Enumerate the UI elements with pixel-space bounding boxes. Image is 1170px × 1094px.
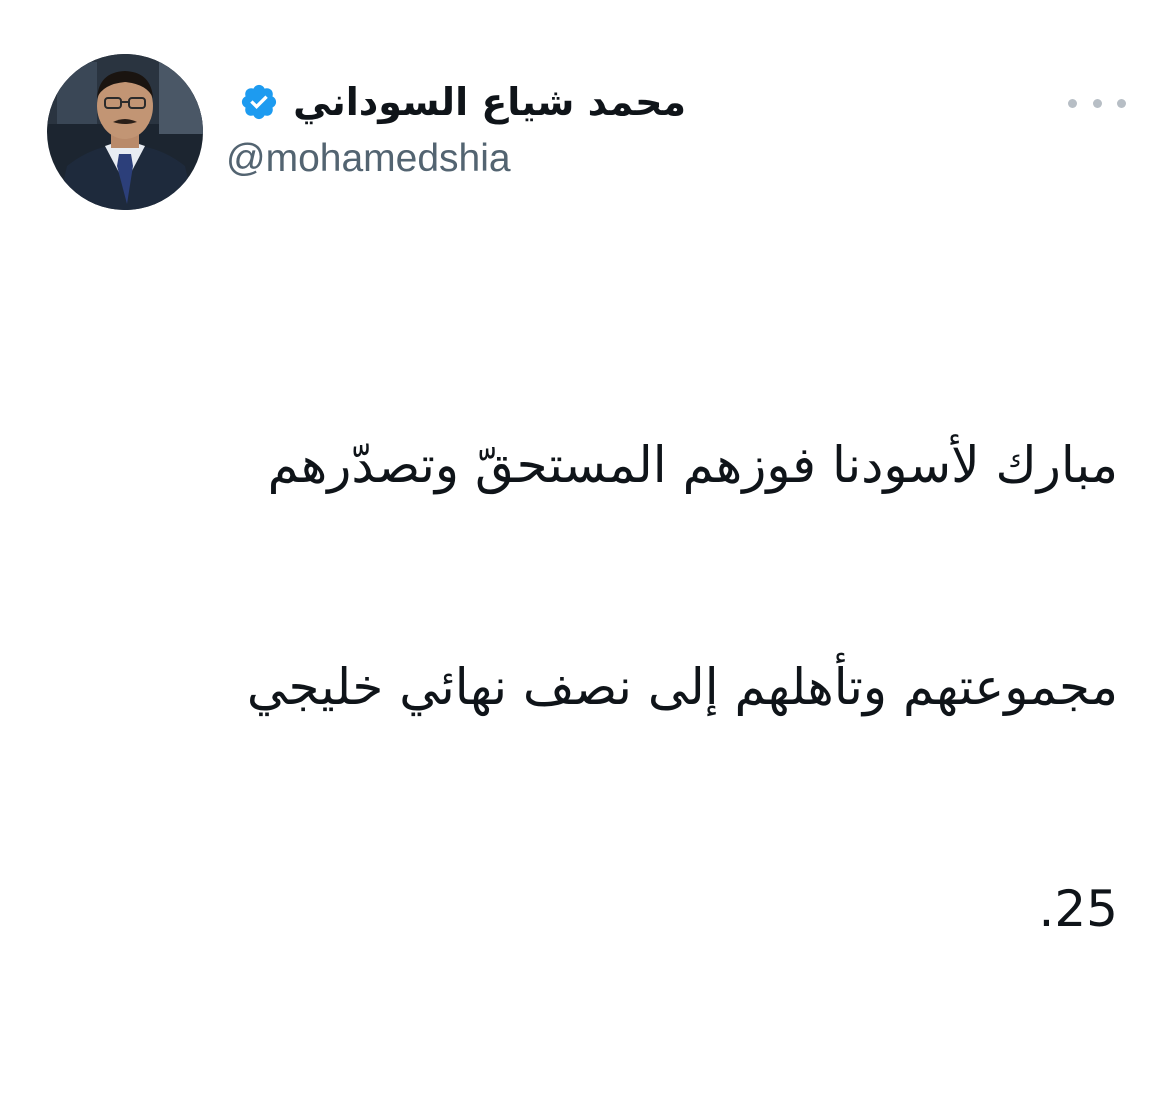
author-avatar[interactable]: [47, 54, 203, 210]
tweet-card: محمد شياع السوداني @mohamedshia مبارك لأ…: [0, 0, 1170, 938]
more-options-icon-dot: [1117, 98, 1126, 108]
tweet-text-line: مبارك لأسودنا فوزهم المستحقّ وتصدّرهم: [267, 436, 1118, 494]
author-identity: محمد شياع السوداني @mohamedshia: [226, 70, 686, 190]
tweet-text-line: مجموعتهم وتأهلهم إلى نصف نهائي خليجي: [246, 658, 1118, 716]
author-name-row[interactable]: محمد شياع السوداني: [239, 78, 686, 126]
more-options-icon: [1068, 98, 1077, 108]
tweet-header: محمد شياع السوداني @mohamedshia: [0, 0, 1170, 220]
more-options-button[interactable]: [1068, 86, 1126, 120]
verified-badge-icon: [241, 84, 277, 120]
more-options-icon-dot: [1092, 98, 1102, 108]
profile-photo: [47, 54, 203, 210]
author-handle[interactable]: @mohamedshia: [226, 136, 511, 182]
tweet-text: مبارك لأسودنا فوزهم المستحقّ وتصدّرهم مج…: [108, 280, 1118, 1094]
tweet-text-line: 25.: [1038, 880, 1118, 938]
author-display-name: محمد شياع السوداني: [293, 80, 686, 124]
